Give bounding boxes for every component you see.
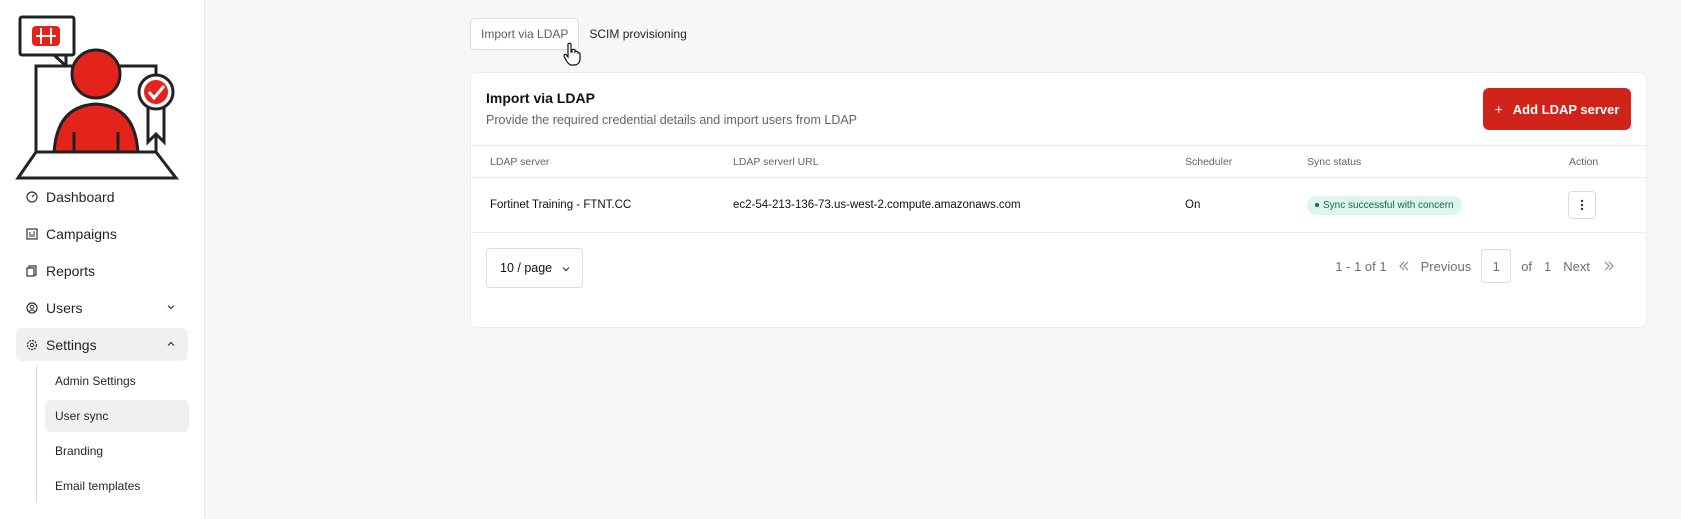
sidebar-item-dashboard[interactable]: Dashboard — [16, 180, 188, 213]
cell-ldap-url: ec2-54-213-136-73.us-west-2.compute.amaz… — [733, 199, 1021, 211]
column-header-scheduler: Scheduler — [1185, 155, 1233, 168]
add-ldap-server-label: Add LDAP server — [1512, 101, 1620, 117]
sidebar-item-settings[interactable]: Settings — [16, 328, 188, 361]
users-icon — [26, 301, 38, 314]
security-awareness-logo-icon — [15, 15, 180, 180]
pagination-of-label: of — [1521, 258, 1533, 274]
column-header-ldap-server: LDAP server — [490, 155, 550, 168]
reports-icon — [26, 264, 37, 277]
pagination-range: 1 - 1 of 1 — [1335, 258, 1387, 274]
sidebar-subitem-admin-settings[interactable]: Admin Settings — [45, 365, 189, 397]
campaigns-icon — [26, 227, 38, 240]
sidebar-item-users[interactable]: Users — [16, 291, 188, 324]
sidebar: Dashboard Campaigns Reports Users Settin… — [0, 0, 205, 519]
first-page-icon[interactable] — [1397, 259, 1411, 273]
column-header-sync-status: Sync status — [1307, 155, 1362, 168]
card-title: Import via LDAP — [486, 90, 595, 106]
sidebar-nav: Dashboard Campaigns Reports Users Settin… — [16, 180, 189, 505]
table-row: Fortinet Training - FTNT.CC ec2-54-213-1… — [471, 178, 1646, 233]
sidebar-item-label: Users — [46, 299, 83, 316]
status-badge-label: Sync successful with concern — [1323, 199, 1454, 211]
sidebar-item-label: Dashboard — [46, 188, 115, 205]
cell-scheduler: On — [1185, 199, 1201, 211]
chevron-down-icon — [562, 267, 570, 272]
tab-bar: Import via LDAP SCIM provisioning — [470, 18, 697, 50]
chevron-up-icon — [167, 341, 175, 346]
page-size-value: 10 / page — [500, 261, 553, 275]
settings-subnav: Admin Settings User sync Branding Email … — [36, 365, 189, 502]
sidebar-item-campaigns[interactable]: Campaigns — [16, 217, 188, 250]
sidebar-subitem-branding[interactable]: Branding — [45, 435, 189, 467]
settings-icon — [26, 339, 38, 350]
hand-cursor-icon — [563, 42, 581, 66]
next-page-button[interactable]: Next — [1563, 259, 1590, 274]
sidebar-subitem-user-sync[interactable]: User sync — [45, 400, 189, 432]
table-header: LDAP server LDAP serverl URL Scheduler S… — [471, 145, 1646, 178]
previous-page-button[interactable]: Previous — [1421, 259, 1472, 274]
cell-sync-status: Sync successful with concern — [1307, 178, 1462, 232]
pagination: 1 - 1 of 1 Previous 1 of 1 Next — [1335, 248, 1626, 284]
sidebar-item-label: Campaigns — [46, 225, 117, 242]
cell-ldap-server: Fortinet Training - FTNT.CC — [490, 199, 632, 211]
status-badge: Sync successful with concern — [1307, 195, 1462, 215]
current-page-input[interactable]: 1 — [1481, 249, 1512, 283]
sidebar-subitem-email-templates[interactable]: Email templates — [45, 470, 189, 502]
dashboard-icon — [26, 190, 38, 203]
sidebar-item-label: Reports — [46, 262, 96, 279]
more-vertical-icon — [1580, 199, 1584, 211]
card-subtitle: Provide the required credential details … — [486, 113, 858, 127]
ldap-card: Import via LDAP Provide the required cre… — [470, 72, 1647, 328]
chevron-down-icon — [167, 305, 175, 310]
sidebar-item-label: Settings — [46, 336, 97, 353]
plus-icon: + — [1494, 101, 1503, 117]
sidebar-item-reports[interactable]: Reports — [16, 254, 188, 287]
column-header-action: Action — [1569, 155, 1599, 168]
add-ldap-server-button[interactable]: + Add LDAP server — [1483, 88, 1631, 130]
page-size-select[interactable]: 10 / page — [486, 248, 583, 288]
row-action-menu-button[interactable] — [1568, 191, 1596, 219]
column-header-ldap-url: LDAP serverl URL — [733, 155, 819, 168]
total-pages: 1 — [1544, 258, 1552, 274]
last-page-icon[interactable] — [1602, 259, 1616, 273]
tab-scim-provisioning[interactable]: SCIM provisioning — [579, 19, 696, 49]
status-dot-icon — [1315, 202, 1319, 207]
